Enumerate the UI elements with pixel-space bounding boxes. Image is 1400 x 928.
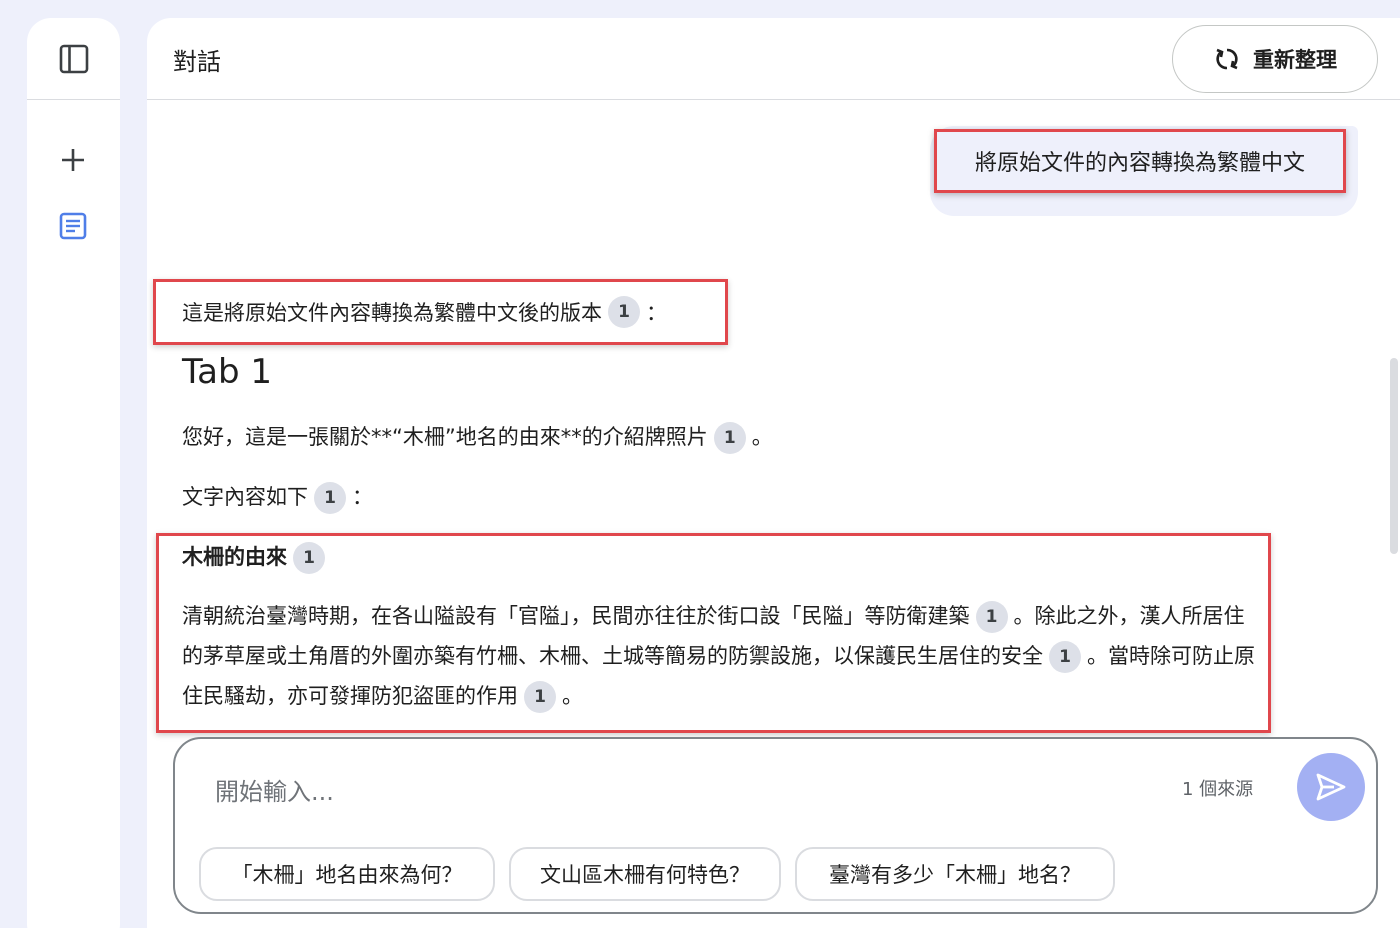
sidebar-toggle-icon[interactable] [50,35,98,83]
refresh-icon [1216,48,1238,70]
user-message: 將原始文件的內容轉換為繁體中文 [934,129,1346,193]
rail-header [27,18,120,100]
refresh-label: 重新整理 [1253,48,1337,72]
section-title-text: 木柵的由來 [182,545,287,569]
response-paragraph: 文字內容如下 1： [182,477,373,517]
left-rail [27,18,120,928]
paragraph-text: 文字內容如下 [182,485,308,509]
suggestion-chip[interactable]: 「木柵」地名由來為何？ [199,847,495,901]
section-title: 木柵的由來 1 [182,537,331,577]
chat-input[interactable]: 開始輸入... [215,772,334,807]
section-text: 。 [562,684,583,708]
send-icon [1316,773,1346,801]
chat-header: 對話 重新整理 [147,18,1400,100]
response-intro-text: 這是將原始文件內容轉換為繁體中文後的版本 [182,301,602,325]
suggestion-chip[interactable]: 文山區木柵有何特色？ [509,847,781,901]
response-intro: 這是將原始文件內容轉換為繁體中文後的版本 1 ： [153,279,728,345]
citation-badge[interactable]: 1 [314,482,346,514]
citation-badge[interactable]: 1 [713,422,746,454]
paragraph-suffix: ： [352,485,373,509]
section-body: 清朝統治臺灣時期，在各山隘設有「官隘」，民間亦往往於街口設「民隘」等防衛建築 1。… [182,596,1262,716]
refresh-button[interactable]: 重新整理 [1172,25,1378,93]
page-title: 對話 [173,48,221,76]
citation-badge[interactable]: 1 [608,296,640,328]
citation-badge[interactable]: 1 [1049,641,1081,673]
response-heading: Tab 1 [182,352,272,392]
chat-input-box[interactable]: 開始輸入... 1 個來源 「木柵」地名由來為何？ 文山區木柵有何特色？ 臺灣有… [173,737,1378,914]
citation-badge[interactable]: 1 [293,542,325,574]
note-icon[interactable] [49,202,97,250]
source-count: 1 個來源 [1182,779,1254,800]
chat-panel: 對話 重新整理 將原始文件的內容轉換為繁體中文 這是將原始文件內容轉換為繁體中文… [147,18,1400,928]
paragraph-suffix: 。 [751,425,773,449]
citation-badge[interactable]: 1 [975,601,1008,633]
suggestion-chip[interactable]: 臺灣有多少「木柵」地名？ [795,847,1115,901]
response-paragraph: 您好，這是一張關於**“木柵”地名的由來**的介紹牌照片 1。 [182,417,773,457]
plus-icon[interactable] [49,136,97,184]
section-text: 清朝統治臺灣時期，在各山隘設有「官隘」，民間亦往往於街口設「民隘」等防衛建築 [182,604,970,628]
scrollbar[interactable] [1390,358,1398,554]
paragraph-text: 您好，這是一張關於**“木柵”地名的由來**的介紹牌照片 [182,425,708,449]
response-intro-suffix: ： [646,301,667,325]
citation-badge[interactable]: 1 [524,681,556,713]
send-button[interactable] [1297,753,1365,821]
